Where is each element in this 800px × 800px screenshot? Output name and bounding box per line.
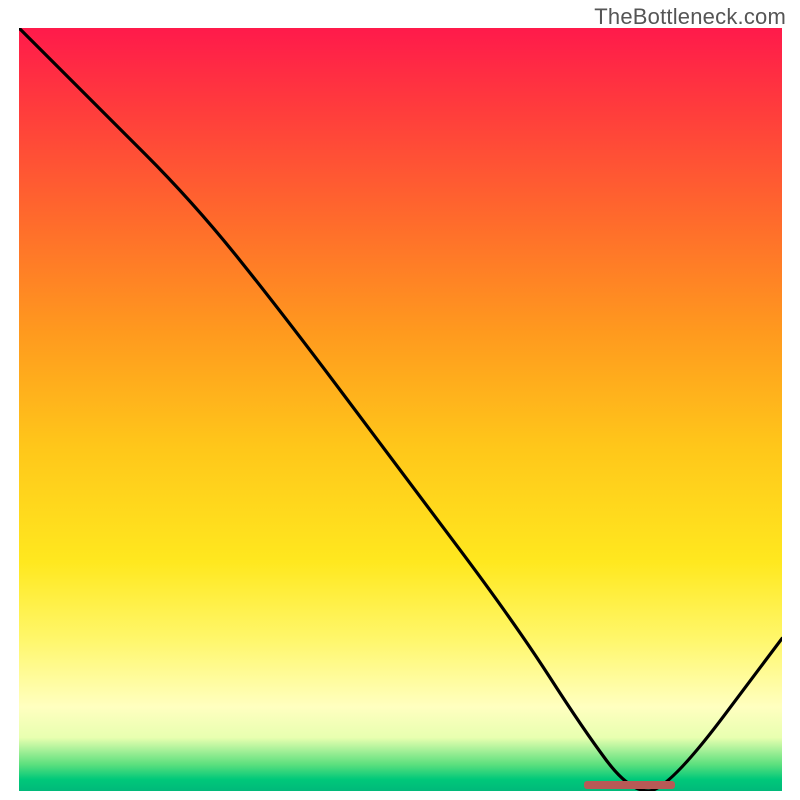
watermark-text: TheBottleneck.com bbox=[594, 4, 786, 30]
optimal-range-marker bbox=[584, 781, 676, 789]
bottleneck-curve bbox=[19, 28, 782, 791]
chart-stage: TheBottleneck.com bbox=[0, 0, 800, 800]
chart-plot-area bbox=[19, 28, 782, 791]
